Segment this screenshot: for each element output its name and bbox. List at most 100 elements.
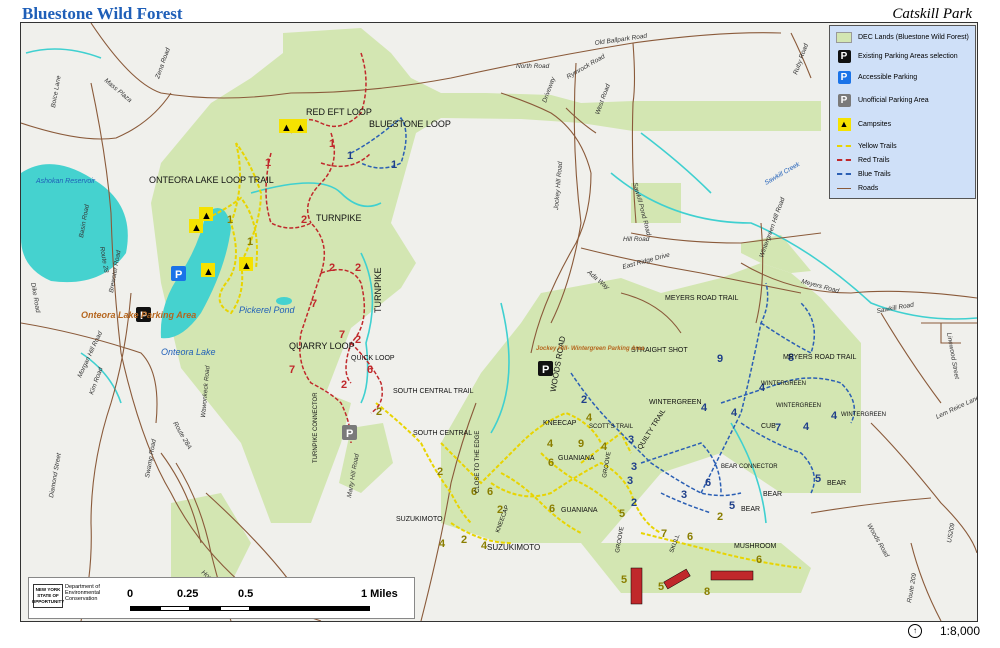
svg-text:4: 4 xyxy=(701,402,708,414)
svg-text:5: 5 xyxy=(815,473,821,485)
svg-text:6: 6 xyxy=(687,531,693,543)
svg-text:2: 2 xyxy=(631,497,637,509)
svg-text:Route 209: Route 209 xyxy=(906,572,918,603)
svg-text:Mass Plaza: Mass Plaza xyxy=(103,77,134,104)
svg-text:6: 6 xyxy=(548,457,554,469)
svg-text:9: 9 xyxy=(717,353,723,365)
svg-text:5: 5 xyxy=(619,508,625,520)
svg-text:4: 4 xyxy=(586,412,593,424)
svg-text:P: P xyxy=(542,364,549,376)
label-red-eft: RED EFT LOOP xyxy=(306,107,372,117)
legend-red-trails: Red Trails xyxy=(836,154,890,166)
label-scotts: SCOTT'S TRAIL xyxy=(589,424,634,430)
svg-text:2: 2 xyxy=(341,379,347,391)
legend-blue-trails: Blue Trails xyxy=(836,168,891,180)
dec-lands-swatch-icon xyxy=(836,31,852,43)
scale-tick-1: 0.25 xyxy=(177,588,199,600)
svg-text:2: 2 xyxy=(717,511,723,523)
label-south-central: SOUTH CENTRAL xyxy=(413,430,472,437)
svg-text:East Ridge Drive: East Ridge Drive xyxy=(622,251,671,270)
svg-text:Zena Road: Zena Road xyxy=(154,47,172,81)
svg-text:1: 1 xyxy=(247,236,253,248)
campsite-icon: ▲ xyxy=(279,119,293,134)
label-quick-loop: QUICK LOOP xyxy=(351,355,395,362)
label-suzukimoto-2: SUZUKIMOTO xyxy=(487,543,540,552)
scale-bar: NEW YORK STATE OF OPPORTUNITY Department… xyxy=(28,577,415,619)
svg-text:▲: ▲ xyxy=(281,122,292,134)
label-south-central-trail: SOUTH CENTRAL TRAIL xyxy=(393,388,474,395)
svg-text:7: 7 xyxy=(661,528,667,540)
svg-text:Dike Road: Dike Road xyxy=(29,282,41,313)
svg-text:6: 6 xyxy=(367,364,373,376)
label-pickerel-pond: Pickerel Pond xyxy=(239,305,296,315)
svg-text:5: 5 xyxy=(658,581,664,593)
label-ashokan: Ashokan Reservoir xyxy=(35,178,96,185)
label-meyers-road-trail-2: MEYERS ROAD TRAIL xyxy=(783,354,856,361)
legend-existing-parking: P Existing Parking Areas selection xyxy=(836,49,958,63)
legend-yellow-trails: Yellow Trails xyxy=(836,140,897,152)
legend-roads: Roads xyxy=(836,182,878,194)
road-line-icon xyxy=(837,187,851,189)
svg-text:9: 9 xyxy=(578,438,584,450)
label-guaniana: GUANIANA xyxy=(558,455,595,462)
svg-text:1: 1 xyxy=(391,159,397,171)
svg-text:Rymrock Road: Rymrock Road xyxy=(566,53,607,81)
scale-tick-0: 0 xyxy=(127,588,134,600)
svg-text:2: 2 xyxy=(355,334,361,346)
svg-text:6: 6 xyxy=(487,486,493,498)
svg-text:7: 7 xyxy=(311,298,317,310)
svg-text:2: 2 xyxy=(581,394,587,406)
svg-text:Kim Road: Kim Road xyxy=(88,366,104,396)
svg-text:6: 6 xyxy=(549,503,555,515)
label-bear-connector: BEAR CONNECTOR xyxy=(721,464,778,470)
svg-text:Hill Road: Hill Road xyxy=(623,236,650,243)
svg-text:2: 2 xyxy=(376,406,382,418)
svg-text:Boice Lane: Boice Lane xyxy=(50,75,63,109)
svg-text:2: 2 xyxy=(437,466,443,478)
scale-segment xyxy=(130,606,160,611)
parking-icon: P xyxy=(837,49,851,63)
label-mushroom: MUSHROOM xyxy=(734,543,777,550)
campsite-icon: ▲ xyxy=(201,263,215,278)
svg-text:2: 2 xyxy=(329,262,335,274)
label-bear-3: BEAR xyxy=(827,480,846,487)
scale-tick-2: 0.5 xyxy=(238,588,254,600)
label-jockey-parking: Jockey Hill- Wintergreen Parking Area xyxy=(536,346,645,352)
red-trail-line-icon xyxy=(837,159,851,161)
label-wintergreen-4: WINTERGREEN xyxy=(841,412,886,418)
label-bluestone: BLUESTONE LOOP xyxy=(369,119,451,129)
label-kneecap: KNEECAP xyxy=(543,420,577,427)
yellow-trail-line-icon xyxy=(837,145,851,147)
svg-text:3: 3 xyxy=(628,434,634,446)
svg-text:North Road: North Road xyxy=(516,63,550,70)
svg-text:2: 2 xyxy=(461,534,467,546)
svg-text:4: 4 xyxy=(731,407,738,419)
label-guaniana-2: GUANIANA xyxy=(561,507,598,514)
svg-text:4: 4 xyxy=(803,421,810,433)
svg-text:P: P xyxy=(346,428,353,440)
label-onteora-parking: Onteora Lake Parking Area xyxy=(81,310,196,320)
campsite-icon: ▲ xyxy=(189,219,203,234)
svg-text:▲: ▲ xyxy=(203,266,214,278)
label-onteora-lake: Onteora Lake xyxy=(161,347,216,357)
svg-text:8: 8 xyxy=(704,586,710,598)
svg-text:7: 7 xyxy=(775,422,781,434)
scale-ratio: 1:8,000 xyxy=(939,624,980,638)
scale-segment xyxy=(250,606,370,611)
legend-dec-lands: DEC Lands (Bluestone Wild Forest) xyxy=(836,31,969,43)
svg-text:Sawkill Road: Sawkill Road xyxy=(876,301,915,314)
svg-text:Linewood Street: Linewood Street xyxy=(945,332,960,381)
svg-text:Swamp Road: Swamp Road xyxy=(144,438,158,478)
north-arrow-icon: ↑ xyxy=(908,624,922,638)
blue-trail-line-icon xyxy=(837,173,851,175)
svg-text:7: 7 xyxy=(289,364,295,376)
legend-unofficial-parking: P Unofficial Parking Area xyxy=(836,93,929,107)
svg-text:US209: US209 xyxy=(946,522,956,543)
svg-text:1: 1 xyxy=(347,150,353,162)
map-legend: DEC Lands (Bluestone Wild Forest) P Exis… xyxy=(829,25,976,199)
pickerel-pond xyxy=(276,297,292,305)
campsite-icon: ▲ xyxy=(239,257,253,272)
svg-text:1: 1 xyxy=(227,214,233,226)
legend-accessible-parking: P Accessible Parking xyxy=(836,70,917,84)
svg-text:P: P xyxy=(175,269,182,281)
